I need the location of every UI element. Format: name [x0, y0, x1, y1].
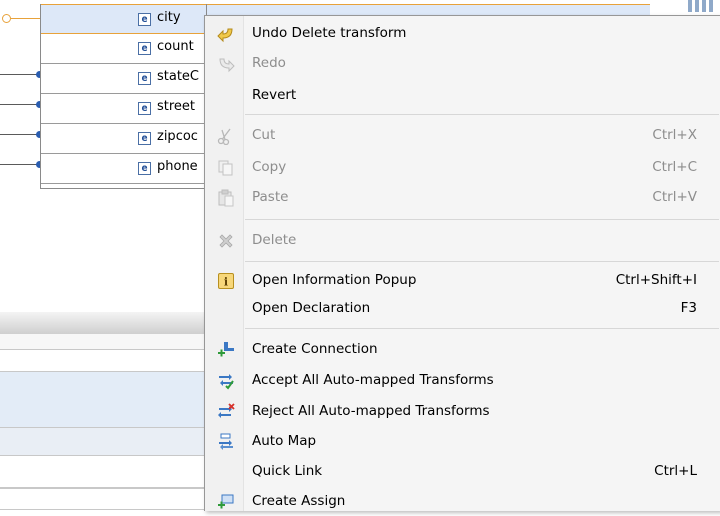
menu-label: Delete [252, 232, 297, 248]
menu-item-paste[interactable]: Paste Ctrl+V [205, 184, 720, 212]
element-list: e city e count e stateC e street e zipco… [40, 4, 207, 189]
element-row-city[interactable]: e city [41, 4, 206, 34]
panel-row [0, 456, 205, 488]
info-icon: i [217, 272, 235, 290]
connector-line [0, 134, 40, 135]
element-row-street[interactable]: e street [41, 94, 206, 124]
element-icon: e [138, 42, 151, 55]
overview-scroll-icon[interactable] [688, 0, 720, 14]
menu-separator [245, 219, 719, 220]
context-menu: Undo Delete transform Redo Revert Cut Ct… [204, 15, 720, 511]
menu-separator [245, 328, 719, 329]
element-row-country[interactable]: e count [41, 34, 206, 64]
menu-item-create-assign[interactable]: Create Assign [205, 488, 720, 516]
panel-row [0, 488, 205, 510]
menu-shortcut: Ctrl+L [654, 463, 697, 479]
menu-item-open-information-popup[interactable]: i Open Information Popup Ctrl+Shift+I [205, 267, 720, 295]
element-label: count [157, 39, 194, 54]
connector-line [0, 104, 40, 105]
menu-label: Cut [252, 127, 276, 143]
menu-label: Open Declaration [252, 300, 371, 316]
copy-icon [217, 159, 235, 177]
menu-item-quick-link[interactable]: Quick Link Ctrl+L [205, 458, 720, 486]
menu-item-create-connection[interactable]: Create Connection [205, 336, 720, 364]
menu-label: Undo Delete transform [252, 25, 407, 41]
menu-shortcut: Ctrl+C [652, 159, 697, 175]
menu-label: Reject All Auto-mapped Transforms [252, 403, 490, 419]
delete-icon [217, 232, 235, 250]
menu-item-reject-all-auto-mapped-transforms[interactable]: Reject All Auto-mapped Transforms [205, 398, 720, 426]
element-label: zipcoc [157, 129, 198, 144]
connector-line [0, 164, 40, 165]
menu-label: Accept All Auto-mapped Transforms [252, 372, 494, 388]
panel-row [0, 350, 205, 372]
auto-map-icon [217, 433, 235, 451]
menu-item-undo-delete-transform[interactable]: Undo Delete transform [205, 20, 720, 48]
menu-item-redo[interactable]: Redo [205, 50, 720, 78]
source-connector-line [11, 18, 41, 19]
undo-icon [217, 25, 235, 43]
redo-icon [217, 55, 235, 73]
menu-label: Open Information Popup [252, 272, 417, 288]
element-label: phone [157, 159, 198, 174]
menu-item-delete[interactable]: Delete [205, 227, 720, 255]
element-label: city [157, 10, 181, 25]
cut-icon [217, 127, 235, 146]
accept-auto-mapped-icon [217, 372, 235, 390]
element-icon: e [138, 102, 151, 115]
svg-text:i: i [224, 276, 228, 289]
menu-label: Copy [252, 159, 287, 175]
create-connection-icon [217, 341, 235, 359]
menu-label: Redo [252, 55, 286, 71]
panel-row [0, 428, 205, 456]
menu-label: Auto Map [252, 433, 317, 449]
element-row-zipcode[interactable]: e zipcoc [41, 124, 206, 154]
menu-separator [245, 114, 719, 115]
menu-shortcut: Ctrl+Shift+I [615, 272, 697, 288]
panel-row [0, 372, 205, 428]
menu-item-accept-all-auto-mapped-transforms[interactable]: Accept All Auto-mapped Transforms [205, 367, 720, 395]
element-row-phone[interactable]: e phone [41, 154, 206, 184]
paste-icon [217, 189, 235, 207]
element-label: stateC [157, 69, 200, 84]
menu-label: Create Assign [252, 493, 346, 509]
menu-label: Quick Link [252, 463, 323, 479]
element-row-statecode[interactable]: e stateC [41, 64, 206, 94]
menu-item-open-declaration[interactable]: Open Declaration F3 [205, 295, 720, 323]
connector-line [0, 74, 40, 75]
menu-shortcut: Ctrl+X [652, 127, 697, 143]
menu-item-auto-map[interactable]: Auto Map [205, 428, 720, 456]
source-port-icon[interactable] [2, 14, 11, 23]
menu-label: Revert [252, 87, 297, 103]
element-icon: e [138, 162, 151, 175]
panel-splitter[interactable] [0, 312, 205, 335]
element-icon: e [138, 132, 151, 145]
menu-item-revert[interactable]: Revert [205, 82, 720, 110]
element-icon: e [138, 13, 151, 26]
menu-separator [245, 261, 719, 262]
reject-auto-mapped-icon [217, 403, 235, 421]
panel-row [0, 334, 205, 350]
create-assign-icon [217, 493, 235, 511]
menu-item-cut[interactable]: Cut Ctrl+X [205, 122, 720, 150]
menu-item-copy[interactable]: Copy Ctrl+C [205, 154, 720, 182]
menu-label: Paste [252, 189, 289, 205]
menu-label: Create Connection [252, 341, 378, 357]
menu-shortcut: Ctrl+V [652, 189, 697, 205]
element-icon: e [138, 72, 151, 85]
menu-shortcut: F3 [680, 300, 697, 316]
element-label: street [157, 99, 196, 114]
